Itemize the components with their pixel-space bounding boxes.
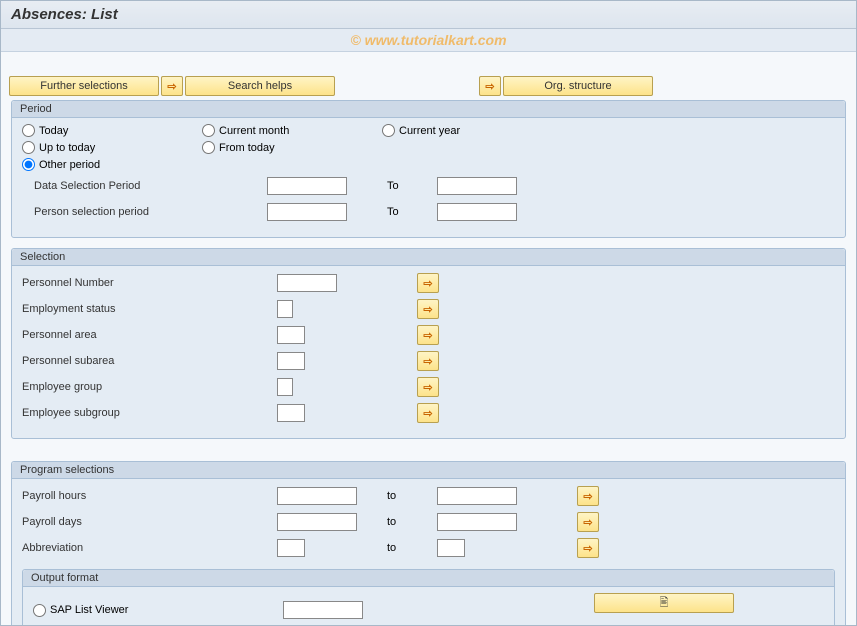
org-structure-button[interactable]: Org. structure	[503, 76, 653, 96]
personnel-area-label: Personnel area	[22, 329, 277, 341]
employment-status-input[interactable]	[277, 300, 293, 318]
personnel-subarea-mult-button[interactable]: ⇨	[417, 351, 439, 371]
period-up-to-today-label[interactable]: Up to today	[39, 142, 95, 154]
period-current-year-label[interactable]: Current year	[399, 125, 460, 137]
employee-group-mult-button[interactable]: ⇨	[417, 377, 439, 397]
payroll-days-from-input[interactable]	[277, 513, 357, 531]
watermark-text: © www.tutorialkart.com	[1, 29, 856, 52]
sap-list-viewer-radio[interactable]	[33, 604, 46, 617]
personnel-area-mult-button[interactable]: ⇨	[417, 325, 439, 345]
page-title: Absences: List	[11, 6, 846, 23]
period-current-month-label[interactable]: Current month	[219, 125, 289, 137]
payroll-days-mult-button[interactable]: ⇨	[577, 512, 599, 532]
data-selection-period-label: Data Selection Period	[22, 180, 267, 192]
payroll-hours-from-input[interactable]	[277, 487, 357, 505]
output-format-title: Output format	[23, 570, 834, 587]
abbreviation-from-input[interactable]	[277, 539, 305, 557]
output-layout-button[interactable]: 🖹	[594, 593, 734, 613]
sap-list-viewer-label[interactable]: SAP List Viewer	[50, 604, 128, 616]
further-selections-button[interactable]: Further selections	[9, 76, 159, 96]
period-other-period-label[interactable]: Other period	[39, 159, 100, 171]
period-from-today-radio[interactable]	[202, 141, 215, 154]
personnel-area-input[interactable]	[277, 326, 305, 344]
period-group: Period Today Current month Current year	[11, 100, 846, 238]
personnel-subarea-input[interactable]	[277, 352, 305, 370]
payroll-hours-to-input[interactable]	[437, 487, 517, 505]
employment-status-mult-button[interactable]: ⇨	[417, 299, 439, 319]
payroll-hours-mult-button[interactable]: ⇨	[577, 486, 599, 506]
program-selections-group: Program selections Payroll hours to ⇨ Pa…	[11, 461, 846, 626]
person-selection-from-input[interactable]	[267, 203, 347, 221]
payroll-hours-label: Payroll hours	[22, 490, 277, 502]
sap-list-viewer-input[interactable]	[283, 601, 363, 619]
abbreviation-label: Abbreviation	[22, 542, 277, 554]
person-selection-period-label: Person selection period	[22, 206, 267, 218]
selection-group: Selection Personnel Number ⇨ Employment …	[11, 248, 846, 439]
period-current-month-radio[interactable]	[202, 124, 215, 137]
period-group-title: Period	[12, 101, 845, 118]
layout-icon: 🖹	[660, 594, 669, 613]
employee-subgroup-input[interactable]	[277, 404, 305, 422]
selection-group-title: Selection	[12, 249, 845, 266]
to-label-5: to	[387, 542, 437, 554]
period-up-to-today-radio[interactable]	[22, 141, 35, 154]
employee-subgroup-mult-button[interactable]: ⇨	[417, 403, 439, 423]
employee-group-label: Employee group	[22, 381, 277, 393]
payroll-days-to-input[interactable]	[437, 513, 517, 531]
period-other-period-radio[interactable]	[22, 158, 35, 171]
period-current-year-radio[interactable]	[382, 124, 395, 137]
abbreviation-mult-button[interactable]: ⇨	[577, 538, 599, 558]
personnel-number-label: Personnel Number	[22, 277, 277, 289]
output-format-group: Output format SAP List Viewer 🖹	[22, 569, 835, 626]
to-label-4: to	[387, 516, 437, 528]
data-selection-from-input[interactable]	[267, 177, 347, 195]
person-selection-to-input[interactable]	[437, 203, 517, 221]
employee-subgroup-label: Employee subgroup	[22, 407, 277, 419]
toolbar: Further selections ⇨ Search helps ⇨ Org.…	[1, 72, 856, 100]
to-label-2: To	[387, 206, 437, 218]
period-today-label[interactable]: Today	[39, 125, 68, 137]
abbreviation-to-input[interactable]	[437, 539, 465, 557]
employment-status-label: Employment status	[22, 303, 277, 315]
to-label-3: to	[387, 490, 437, 502]
search-helps-arrow-button[interactable]: ⇨	[161, 76, 183, 96]
to-label: To	[387, 180, 437, 192]
payroll-days-label: Payroll days	[22, 516, 277, 528]
employee-group-input[interactable]	[277, 378, 293, 396]
org-structure-arrow-button[interactable]: ⇨	[479, 76, 501, 96]
period-from-today-label[interactable]: From today	[219, 142, 275, 154]
personnel-number-input[interactable]	[277, 274, 337, 292]
period-today-radio[interactable]	[22, 124, 35, 137]
search-helps-button[interactable]: Search helps	[185, 76, 335, 96]
personnel-subarea-label: Personnel subarea	[22, 355, 277, 367]
personnel-number-mult-button[interactable]: ⇨	[417, 273, 439, 293]
data-selection-to-input[interactable]	[437, 177, 517, 195]
program-selections-title: Program selections	[12, 462, 845, 479]
